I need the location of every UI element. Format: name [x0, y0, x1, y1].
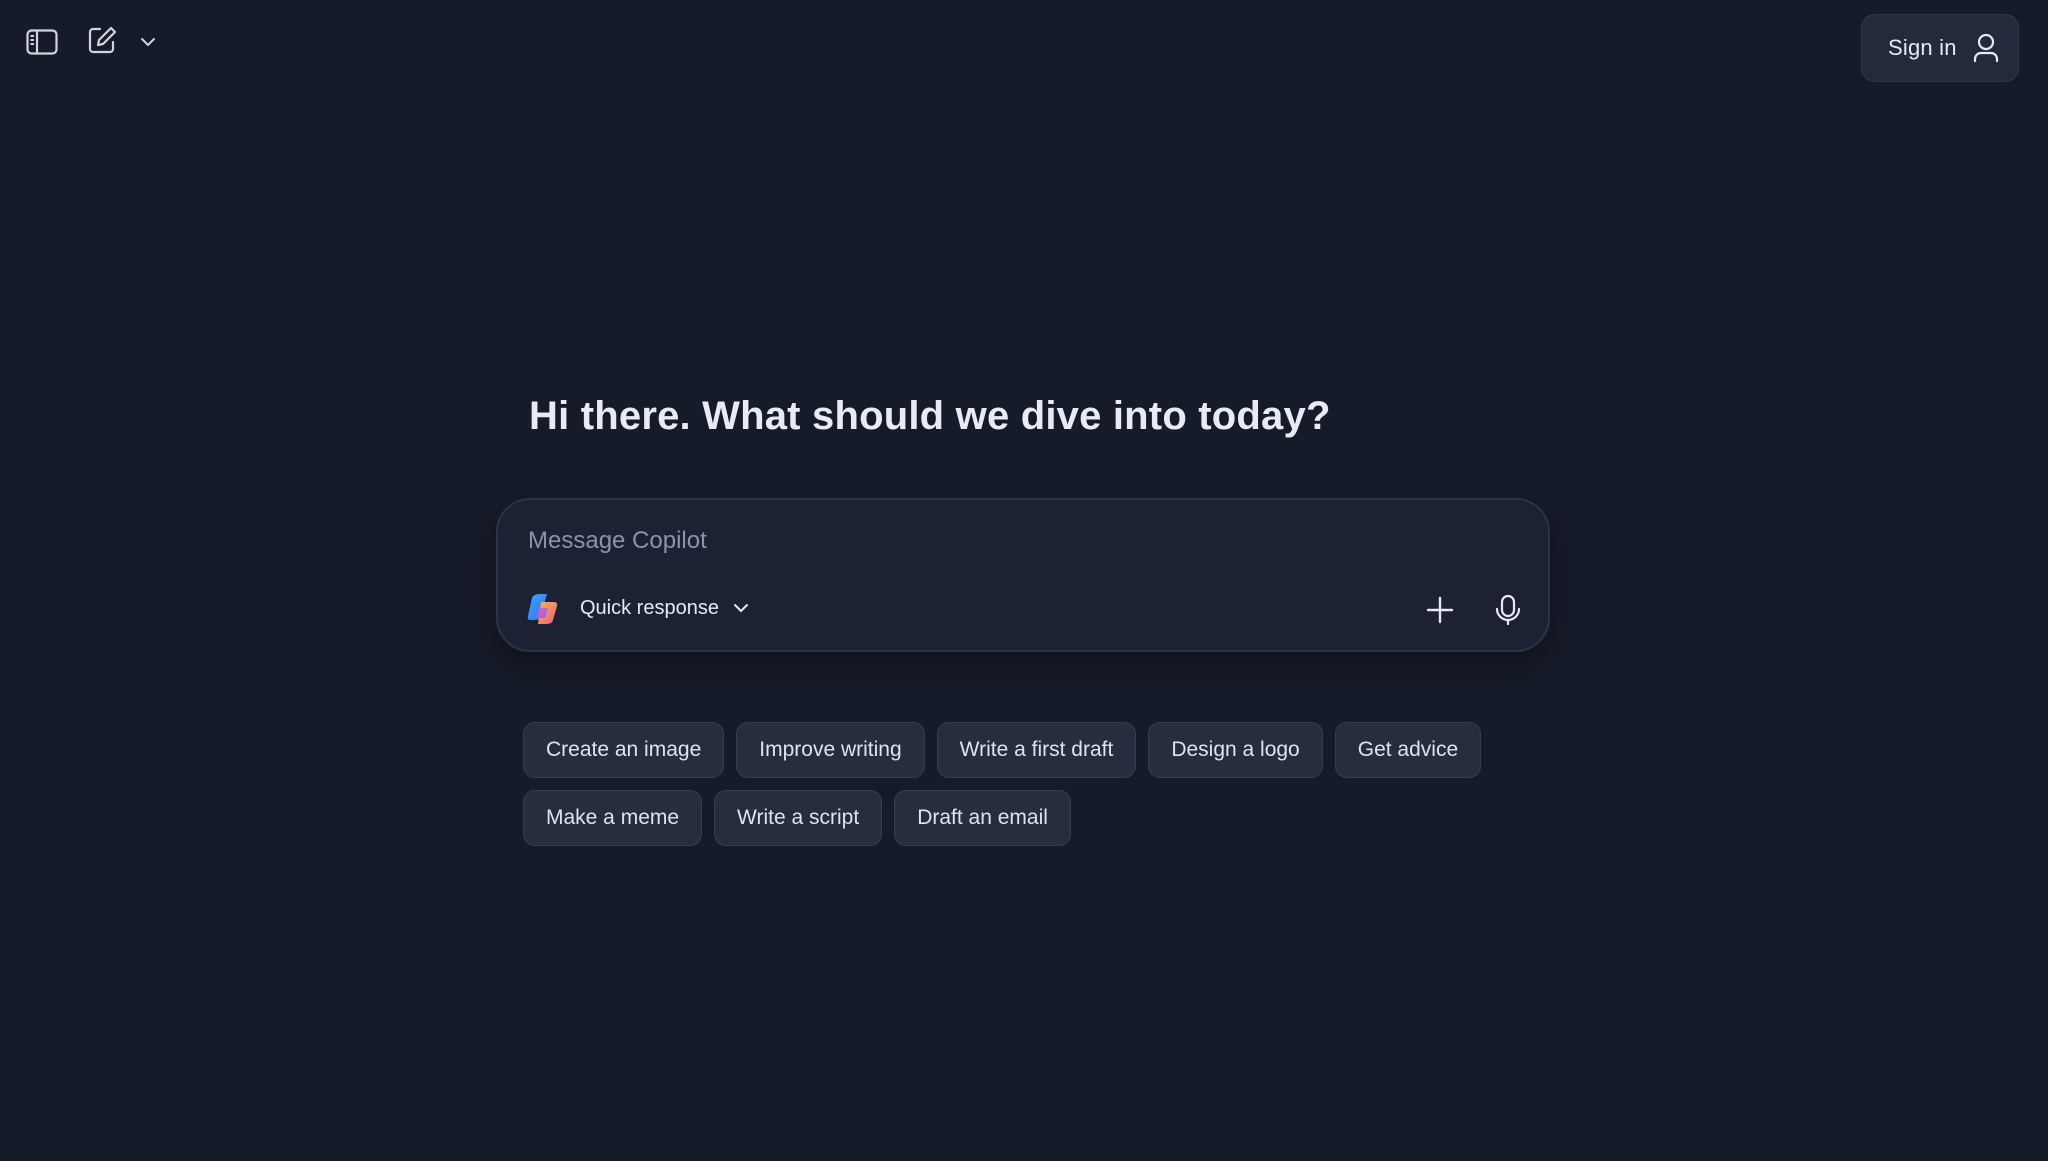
chevron-down-icon	[733, 604, 748, 612]
sidebar-toggle-button[interactable]	[22, 22, 62, 62]
suggestion-chip[interactable]: Make a meme	[523, 790, 703, 846]
new-chat-icon	[88, 26, 117, 54]
sign-in-label: Sign in	[1888, 35, 1957, 60]
copilot-logo-icon	[527, 594, 558, 624]
user-icon	[1973, 33, 1998, 63]
sign-in-button[interactable]: Sign in	[1861, 14, 2019, 82]
plus-icon	[1426, 596, 1454, 624]
sidebar-icon	[26, 29, 58, 55]
message-composer: Quick response	[496, 498, 1550, 652]
suggestion-row: Make a meme Write a script Draft an emai…	[523, 790, 1533, 846]
copilot-home-page: Sign in Hi there. What should we dive in…	[0, 0, 2048, 1161]
suggestion-chip[interactable]: Draft an email	[894, 790, 1071, 846]
suggestion-chip[interactable]: Write a first draft	[936, 722, 1137, 778]
suggestion-chip[interactable]: Create an image	[523, 722, 725, 778]
voice-input-button[interactable]	[1486, 588, 1530, 632]
response-mode-select[interactable]: Quick response	[580, 588, 749, 628]
new-chat-dropdown-button[interactable]	[136, 30, 160, 54]
message-input[interactable]	[526, 520, 1430, 562]
chevron-down-icon	[141, 38, 155, 46]
suggestion-chip[interactable]: Write a script	[714, 790, 883, 846]
response-mode-label: Quick response	[580, 596, 719, 619]
suggestion-row: Create an image Improve writing Write a …	[523, 722, 1533, 778]
suggestion-chip[interactable]: Design a logo	[1148, 722, 1323, 778]
suggestion-chip[interactable]: Improve writing	[736, 722, 925, 778]
suggestion-chip[interactable]: Get advice	[1334, 722, 1482, 778]
greeting-heading: Hi there. What should we dive into today…	[529, 394, 1331, 438]
new-chat-button[interactable]	[82, 20, 122, 60]
suggestion-chips: Create an image Improve writing Write a …	[523, 722, 1533, 858]
microphone-icon	[1495, 594, 1521, 626]
add-attachment-button[interactable]	[1418, 588, 1462, 632]
